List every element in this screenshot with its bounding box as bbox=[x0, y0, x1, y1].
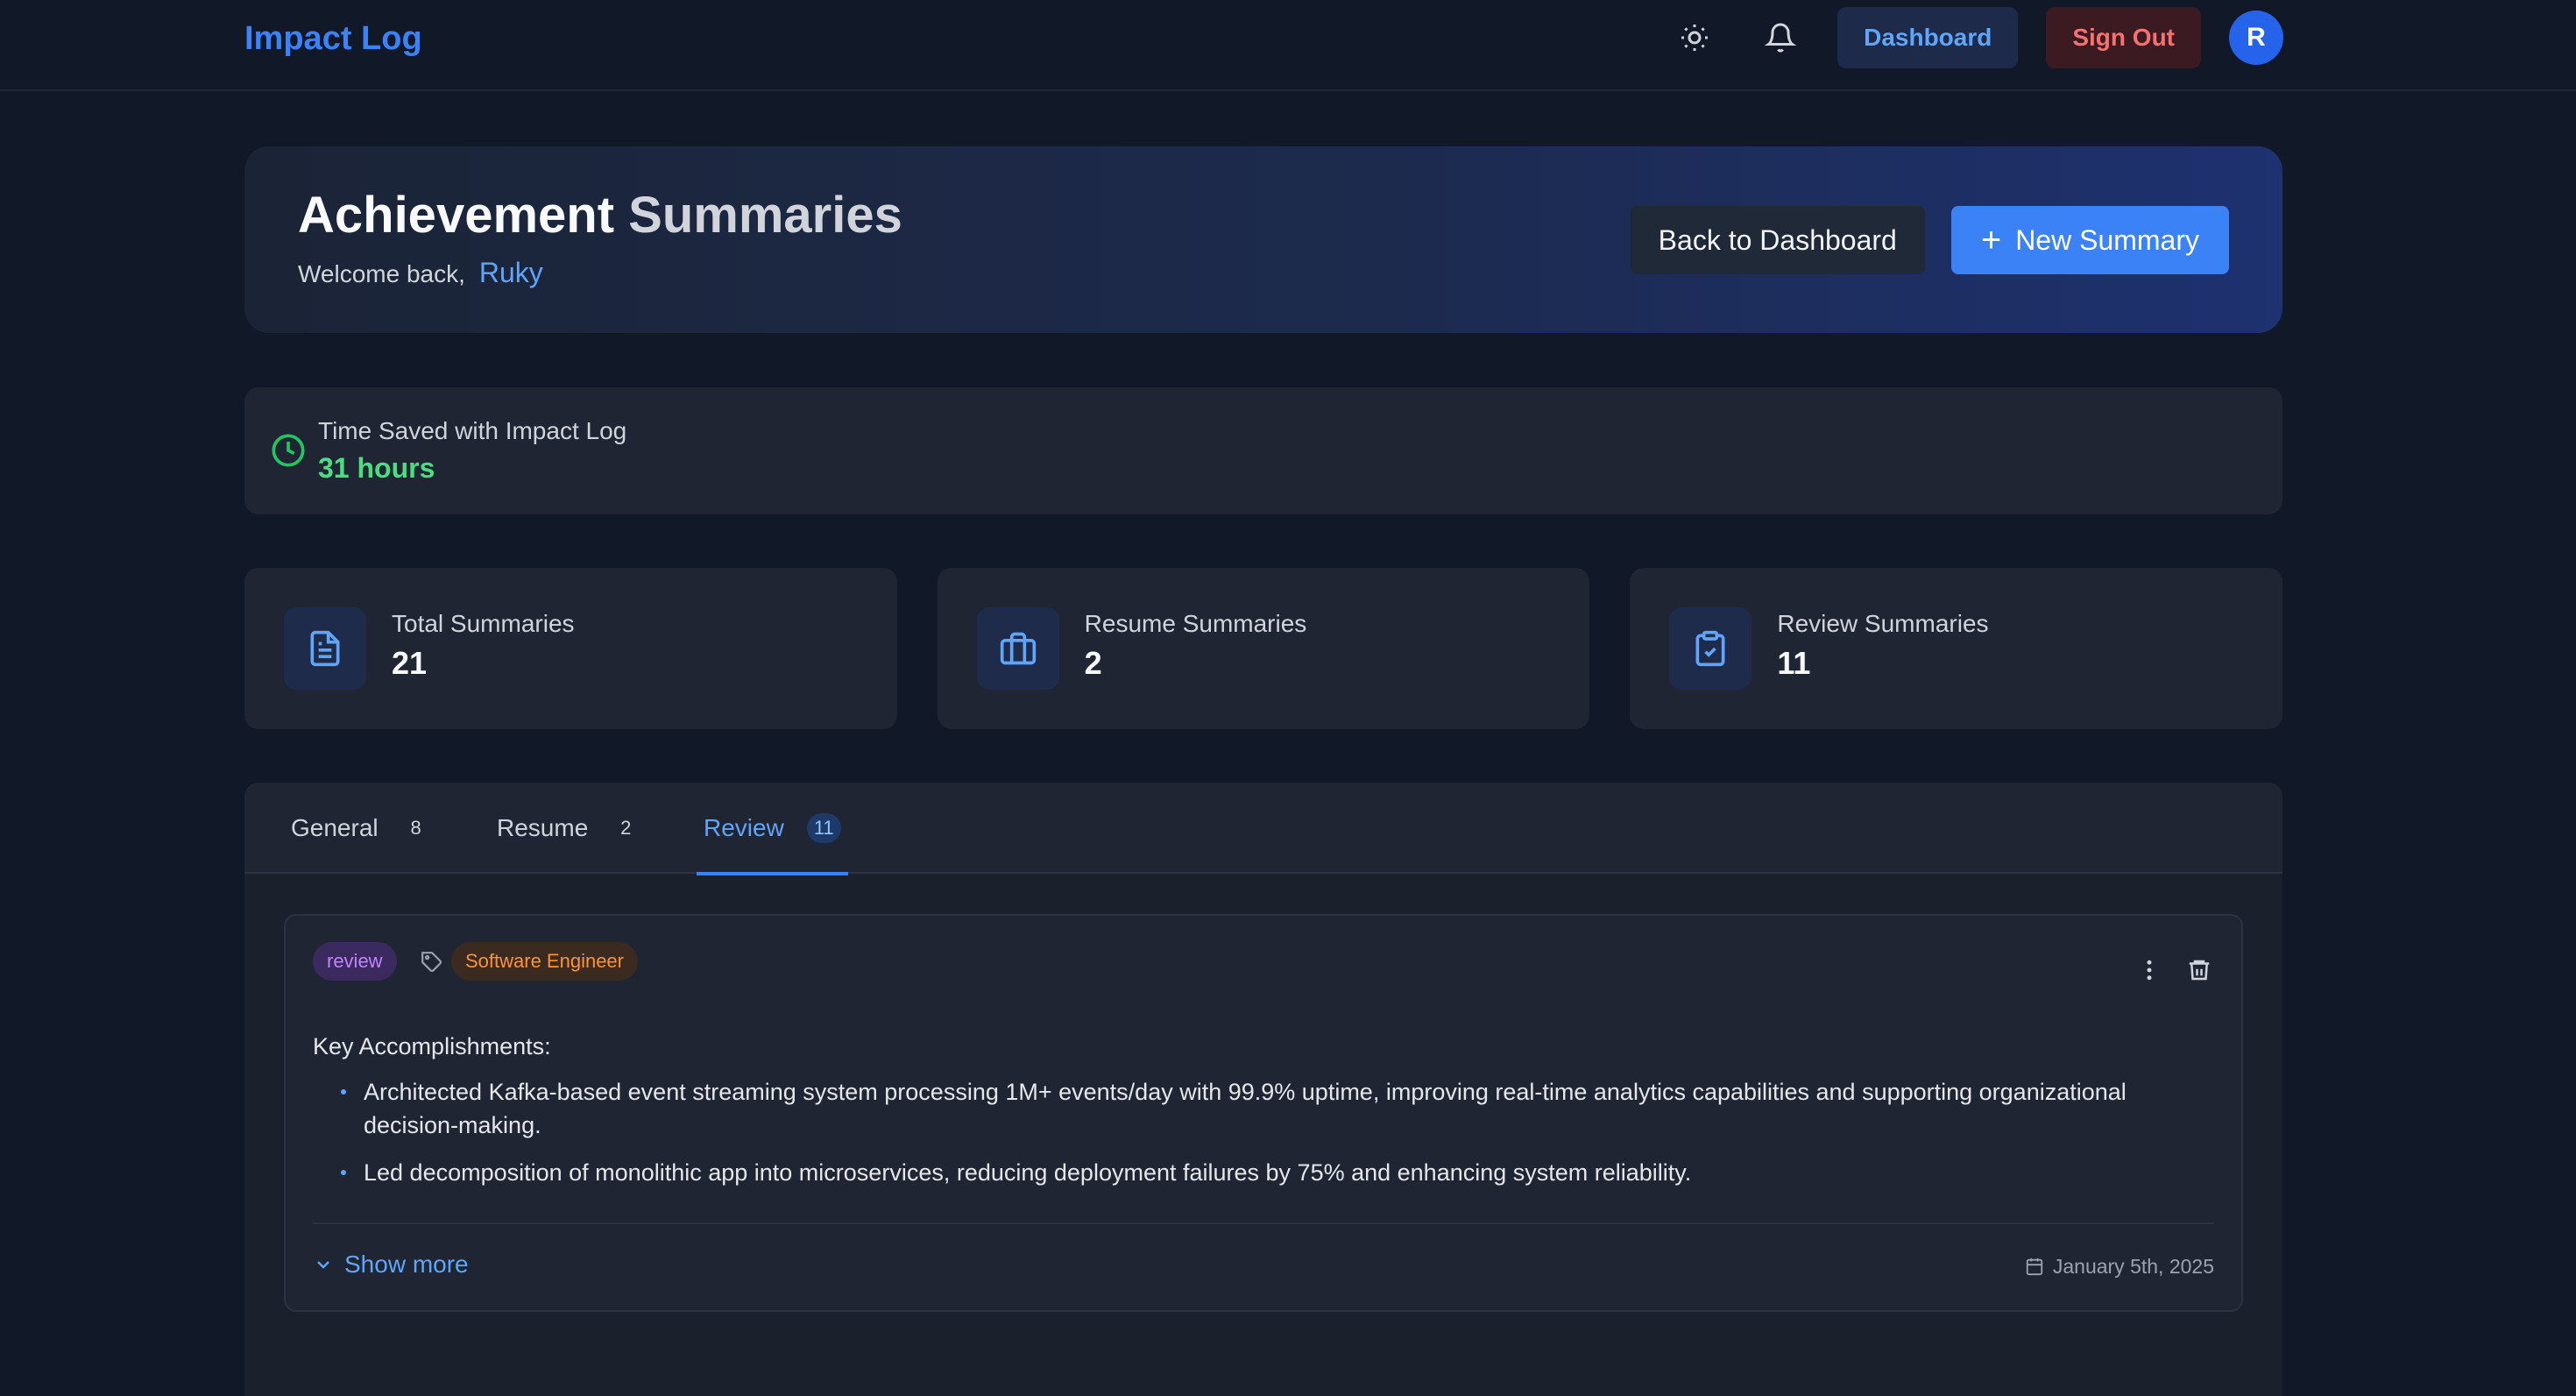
divider bbox=[313, 1222, 2214, 1224]
stat-label: Review Summaries bbox=[1777, 610, 1989, 637]
back-to-dashboard-button[interactable]: Back to Dashboard bbox=[1630, 206, 1925, 274]
page-title-word-1: Achievement bbox=[298, 187, 615, 244]
summary-heading: Key Accomplishments: bbox=[313, 1033, 551, 1059]
nav-actions: Dashboard Sign Out R bbox=[1666, 7, 2283, 68]
summary-content: Key Accomplishments: Architected Kafka-b… bbox=[313, 1030, 2223, 1203]
plus-icon: + bbox=[1980, 221, 2002, 259]
sun-icon bbox=[1681, 25, 1709, 51]
tab-resume[interactable]: Resume 2 bbox=[497, 783, 640, 874]
tab-label: General bbox=[291, 814, 379, 841]
accomplishment-list: Architected Kafka-based event streaming … bbox=[313, 1075, 2223, 1189]
stat-value: 11 bbox=[1777, 645, 1811, 681]
tab-count-badge: 8 bbox=[410, 817, 421, 839]
header-actions: Back to Dashboard + New Summary bbox=[1630, 206, 2229, 274]
sign-out-button[interactable]: Sign Out bbox=[2046, 7, 2201, 68]
document-icon bbox=[284, 607, 366, 690]
new-summary-button[interactable]: + New Summary bbox=[1950, 206, 2229, 274]
theme-toggle-button[interactable] bbox=[1666, 9, 1723, 67]
notifications-button[interactable] bbox=[1752, 9, 1809, 67]
delete-summary-button[interactable] bbox=[2182, 953, 2217, 988]
summary-card: review Software Engineer Key Accomplishm… bbox=[284, 914, 2243, 1312]
stats-row: Total Summaries 21 Resume Summaries 2 Re… bbox=[244, 568, 2283, 729]
tab-count-badge: 11 bbox=[806, 813, 841, 843]
show-more-button[interactable]: Show more bbox=[313, 1247, 469, 1282]
new-summary-label: New Summary bbox=[2015, 223, 2199, 256]
tab-count-badge: 2 bbox=[620, 817, 632, 839]
tab-review[interactable]: Review 11 bbox=[697, 783, 848, 875]
user-avatar[interactable]: R bbox=[2229, 11, 2283, 65]
stat-value: 2 bbox=[1084, 645, 1102, 681]
bell-icon bbox=[1765, 23, 1797, 53]
tab-general[interactable]: General 8 bbox=[291, 783, 431, 874]
stat-label: Resume Summaries bbox=[1084, 610, 1307, 637]
role-tag: Software Engineer bbox=[451, 942, 638, 981]
welcome-prefix: Welcome back, bbox=[298, 260, 465, 287]
time-saved-label: Time Saved with Impact Log bbox=[318, 417, 627, 444]
briefcase-icon bbox=[976, 607, 1059, 690]
tab-label: Review bbox=[704, 814, 784, 841]
summary-tabs: General 8 Resume 2 Review 11 bbox=[244, 783, 2282, 875]
more-options-button[interactable] bbox=[2134, 953, 2164, 988]
page-title: Achievement Summaries bbox=[298, 185, 902, 246]
show-more-label: Show more bbox=[344, 1251, 469, 1278]
brand-logo[interactable]: Impact Log bbox=[244, 16, 422, 61]
more-vertical-icon bbox=[2147, 960, 2152, 981]
stat-value: 21 bbox=[392, 645, 428, 681]
dashboard-button[interactable]: Dashboard bbox=[1837, 7, 2019, 68]
stat-card-resume: Resume Summaries 2 bbox=[937, 568, 1590, 729]
chevron-down-icon bbox=[317, 1261, 329, 1269]
trash-icon bbox=[2189, 960, 2210, 981]
date-label: January 5th, 2025 bbox=[2052, 1254, 2214, 1278]
list-item: Led decomposition of monolithic app into… bbox=[313, 1156, 2223, 1189]
clock-icon bbox=[271, 433, 306, 468]
stat-card-review: Review Summaries 11 bbox=[1630, 568, 2283, 729]
page-header-banner: Achievement Summaries Welcome back, Ruky… bbox=[244, 146, 2282, 333]
page-title-word-2: Summaries bbox=[628, 187, 902, 244]
welcome-message: Welcome back, Ruky bbox=[298, 257, 543, 289]
tag-icon bbox=[421, 951, 443, 974]
time-saved-value: 31 hours bbox=[318, 452, 435, 484]
username: Ruky bbox=[478, 257, 543, 288]
top-navbar: Impact Log Dashboard Sign Out R bbox=[0, 0, 2576, 91]
summary-date: January 5th, 2025 bbox=[2025, 1249, 2214, 1284]
summaries-panel: General 8 Resume 2 Review 11 review Soft… bbox=[244, 783, 2282, 1396]
tab-label: Resume bbox=[497, 814, 589, 841]
summary-type-badge: review bbox=[313, 942, 397, 981]
time-saved-card: Time Saved with Impact Log 31 hours bbox=[244, 387, 2282, 514]
calendar-icon bbox=[2026, 1258, 2043, 1276]
list-item: Architected Kafka-based event streaming … bbox=[313, 1075, 2223, 1142]
stat-card-total: Total Summaries 21 bbox=[244, 568, 897, 729]
clipboard-check-icon bbox=[1669, 607, 1752, 690]
stat-label: Total Summaries bbox=[392, 610, 575, 637]
